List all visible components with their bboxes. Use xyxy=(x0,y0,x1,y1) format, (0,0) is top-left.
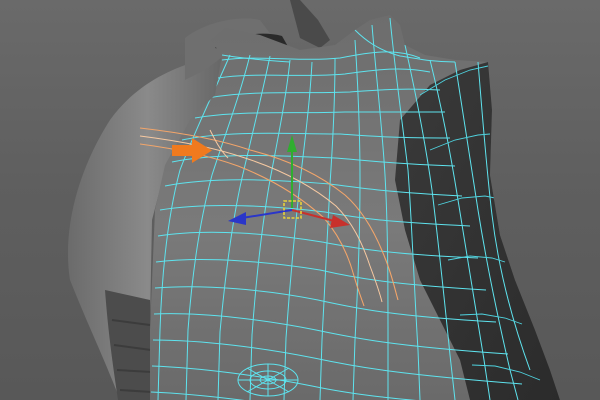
neck-top xyxy=(290,0,330,48)
3d-viewport[interactable] xyxy=(0,0,600,400)
mesh-pole-ring xyxy=(237,363,299,397)
scene-canvas[interactable] xyxy=(0,0,600,400)
torso-lower-shadow xyxy=(105,290,152,400)
